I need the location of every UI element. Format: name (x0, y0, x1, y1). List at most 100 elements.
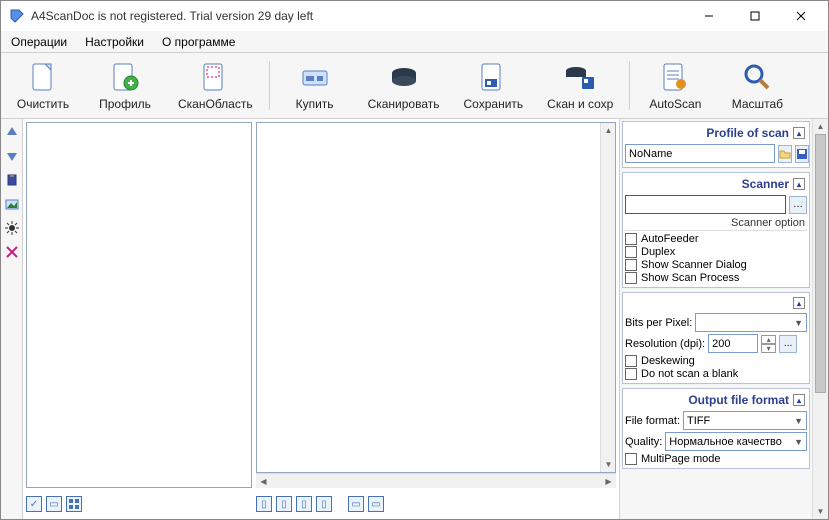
resolution-more-icon[interactable]: ... (779, 335, 797, 353)
arrow-up-icon[interactable] (3, 123, 21, 141)
brightness-icon[interactable] (3, 219, 21, 237)
file-format-value: TIFF (687, 415, 710, 427)
output-section: Output file format ▴ File format: TIFF▼ … (622, 388, 810, 469)
profile-header[interactable]: Profile of scan ▴ (625, 124, 807, 142)
chevron-down-icon: ▼ (791, 318, 803, 328)
arrow-down-icon[interactable] (3, 147, 21, 165)
scroll-thumb[interactable] (815, 134, 826, 393)
buy-button[interactable]: Купить (275, 55, 355, 116)
thumbnail-footer: ✓ ▭ (26, 492, 252, 516)
multipage-checkbox[interactable]: MultiPage mode (625, 453, 807, 465)
toolbar-label: СканОбласть (178, 97, 253, 111)
autofeeder-checkbox[interactable]: AutoFeeder (625, 233, 807, 245)
scan-save-icon (564, 61, 596, 93)
deskew-checkbox[interactable]: Deskewing (625, 355, 807, 367)
zoom-button[interactable]: Масштаб (717, 55, 797, 116)
image-settings-header[interactable]: ▴ (625, 295, 807, 311)
spin-up-icon[interactable]: ▴ (761, 335, 776, 344)
save-profile-icon[interactable] (795, 145, 809, 163)
profile-button[interactable]: Профиль (85, 55, 165, 116)
show-dialog-checkbox[interactable]: Show Scanner Dialog (625, 259, 807, 271)
layout-btn-3[interactable]: ▯ (296, 496, 312, 512)
scroll-up-icon[interactable]: ▲ (601, 123, 616, 138)
check-all-icon[interactable]: ✓ (26, 496, 42, 512)
duplex-checkbox[interactable]: Duplex (625, 246, 807, 258)
toolbar-label: Очистить (17, 97, 69, 111)
folder-open-icon[interactable] (778, 145, 792, 163)
preview-scroll-vertical[interactable]: ▲ ▼ (600, 123, 615, 472)
collapse-icon[interactable]: ▴ (793, 297, 805, 309)
resolution-label: Resolution (dpi): (625, 338, 705, 350)
autoscan-icon (659, 61, 691, 93)
preview-view[interactable]: ▲ ▼ (256, 122, 616, 473)
single-view-icon[interactable]: ▭ (46, 496, 62, 512)
menu-operations[interactable]: Операции (5, 33, 73, 51)
layout-btn-6[interactable]: ▭ (368, 496, 384, 512)
scroll-up-icon[interactable]: ▲ (813, 119, 828, 134)
maximize-button[interactable] (732, 2, 778, 30)
spin-down-icon[interactable]: ▾ (761, 344, 776, 353)
file-format-label: File format: (625, 415, 680, 427)
properties-panel: Profile of scan ▴ … Scanner ▴ (619, 119, 828, 519)
minimize-button[interactable] (686, 2, 732, 30)
profile-name-input[interactable] (625, 144, 775, 163)
scan-button[interactable]: Сканировать (357, 55, 451, 116)
browse-scanner-icon[interactable]: … (789, 196, 807, 214)
chk-label: Deskewing (641, 355, 695, 367)
scroll-track[interactable] (813, 134, 828, 504)
output-header[interactable]: Output file format ▴ (625, 391, 807, 409)
quality-label: Quality: (625, 436, 662, 448)
clipboard-icon[interactable] (3, 171, 21, 189)
page-profile-icon (109, 61, 141, 93)
properties-scrollbar[interactable]: ▲ ▼ (812, 119, 828, 519)
collapse-icon[interactable]: ▴ (793, 178, 805, 190)
menu-settings[interactable]: Настройки (79, 33, 150, 51)
preview-panel: ▲ ▼ ◀ ▶ ▯ ▯ ▯ ▯ ▭ ▭ (256, 122, 616, 516)
close-button[interactable] (778, 2, 824, 30)
bpp-select[interactable]: ▼ (695, 313, 807, 332)
layout-btn-4[interactable]: ▯ (316, 496, 332, 512)
scroll-track[interactable] (271, 474, 601, 488)
image-icon[interactable] (3, 195, 21, 213)
scanarea-button[interactable]: СканОбласть (167, 55, 264, 116)
toolbar-label: Масштаб (732, 97, 783, 111)
delete-icon[interactable] (3, 243, 21, 261)
menu-about[interactable]: О программе (156, 33, 241, 51)
toolbar-label: Скан и сохр (547, 97, 613, 111)
magnifier-icon (741, 61, 773, 93)
scanner-header[interactable]: Scanner ▴ (625, 175, 807, 193)
chk-label: AutoFeeder (641, 233, 698, 245)
layout-btn-5[interactable]: ▭ (348, 496, 364, 512)
scroll-right-icon[interactable]: ▶ (601, 474, 616, 489)
toolbar-label: Сохранить (464, 97, 524, 111)
bpp-label: Bits per Pixel: (625, 317, 692, 329)
scroll-left-icon[interactable]: ◀ (256, 474, 271, 489)
collapse-icon[interactable]: ▴ (793, 394, 805, 406)
scanner-select-input[interactable] (625, 195, 786, 214)
scroll-track[interactable] (601, 138, 615, 457)
menubar: Операции Настройки О программе (1, 31, 828, 53)
layout-btn-1[interactable]: ▯ (256, 496, 272, 512)
titlebar: A4ScanDoc is not registered. Trial versi… (1, 1, 828, 31)
scroll-down-icon[interactable]: ▼ (601, 457, 616, 472)
chevron-down-icon: ▼ (791, 437, 803, 447)
resolution-input[interactable] (708, 334, 758, 353)
save-button[interactable]: Сохранить (453, 55, 535, 116)
layout-btn-2[interactable]: ▯ (276, 496, 292, 512)
grid-view-icon[interactable] (66, 496, 82, 512)
autoscan-button[interactable]: AutoScan (635, 55, 715, 116)
section-title: Scanner (742, 177, 789, 191)
toolbar-label: Сканировать (368, 97, 440, 111)
scroll-down-icon[interactable]: ▼ (813, 504, 828, 519)
scan-and-save-button[interactable]: Скан и сохр (536, 55, 624, 116)
buy-icon (299, 61, 331, 93)
noblank-checkbox[interactable]: Do not scan a blank (625, 368, 807, 380)
file-format-select[interactable]: TIFF▼ (683, 411, 807, 430)
collapse-icon[interactable]: ▴ (793, 127, 805, 139)
clear-button[interactable]: Очистить (3, 55, 83, 116)
preview-scroll-horizontal[interactable]: ◀ ▶ (256, 473, 616, 488)
thumbnail-view[interactable] (26, 122, 252, 488)
quality-select[interactable]: Нормальное качество▼ (665, 432, 807, 451)
scan-area-icon (199, 61, 231, 93)
show-process-checkbox[interactable]: Show Scan Process (625, 272, 807, 284)
